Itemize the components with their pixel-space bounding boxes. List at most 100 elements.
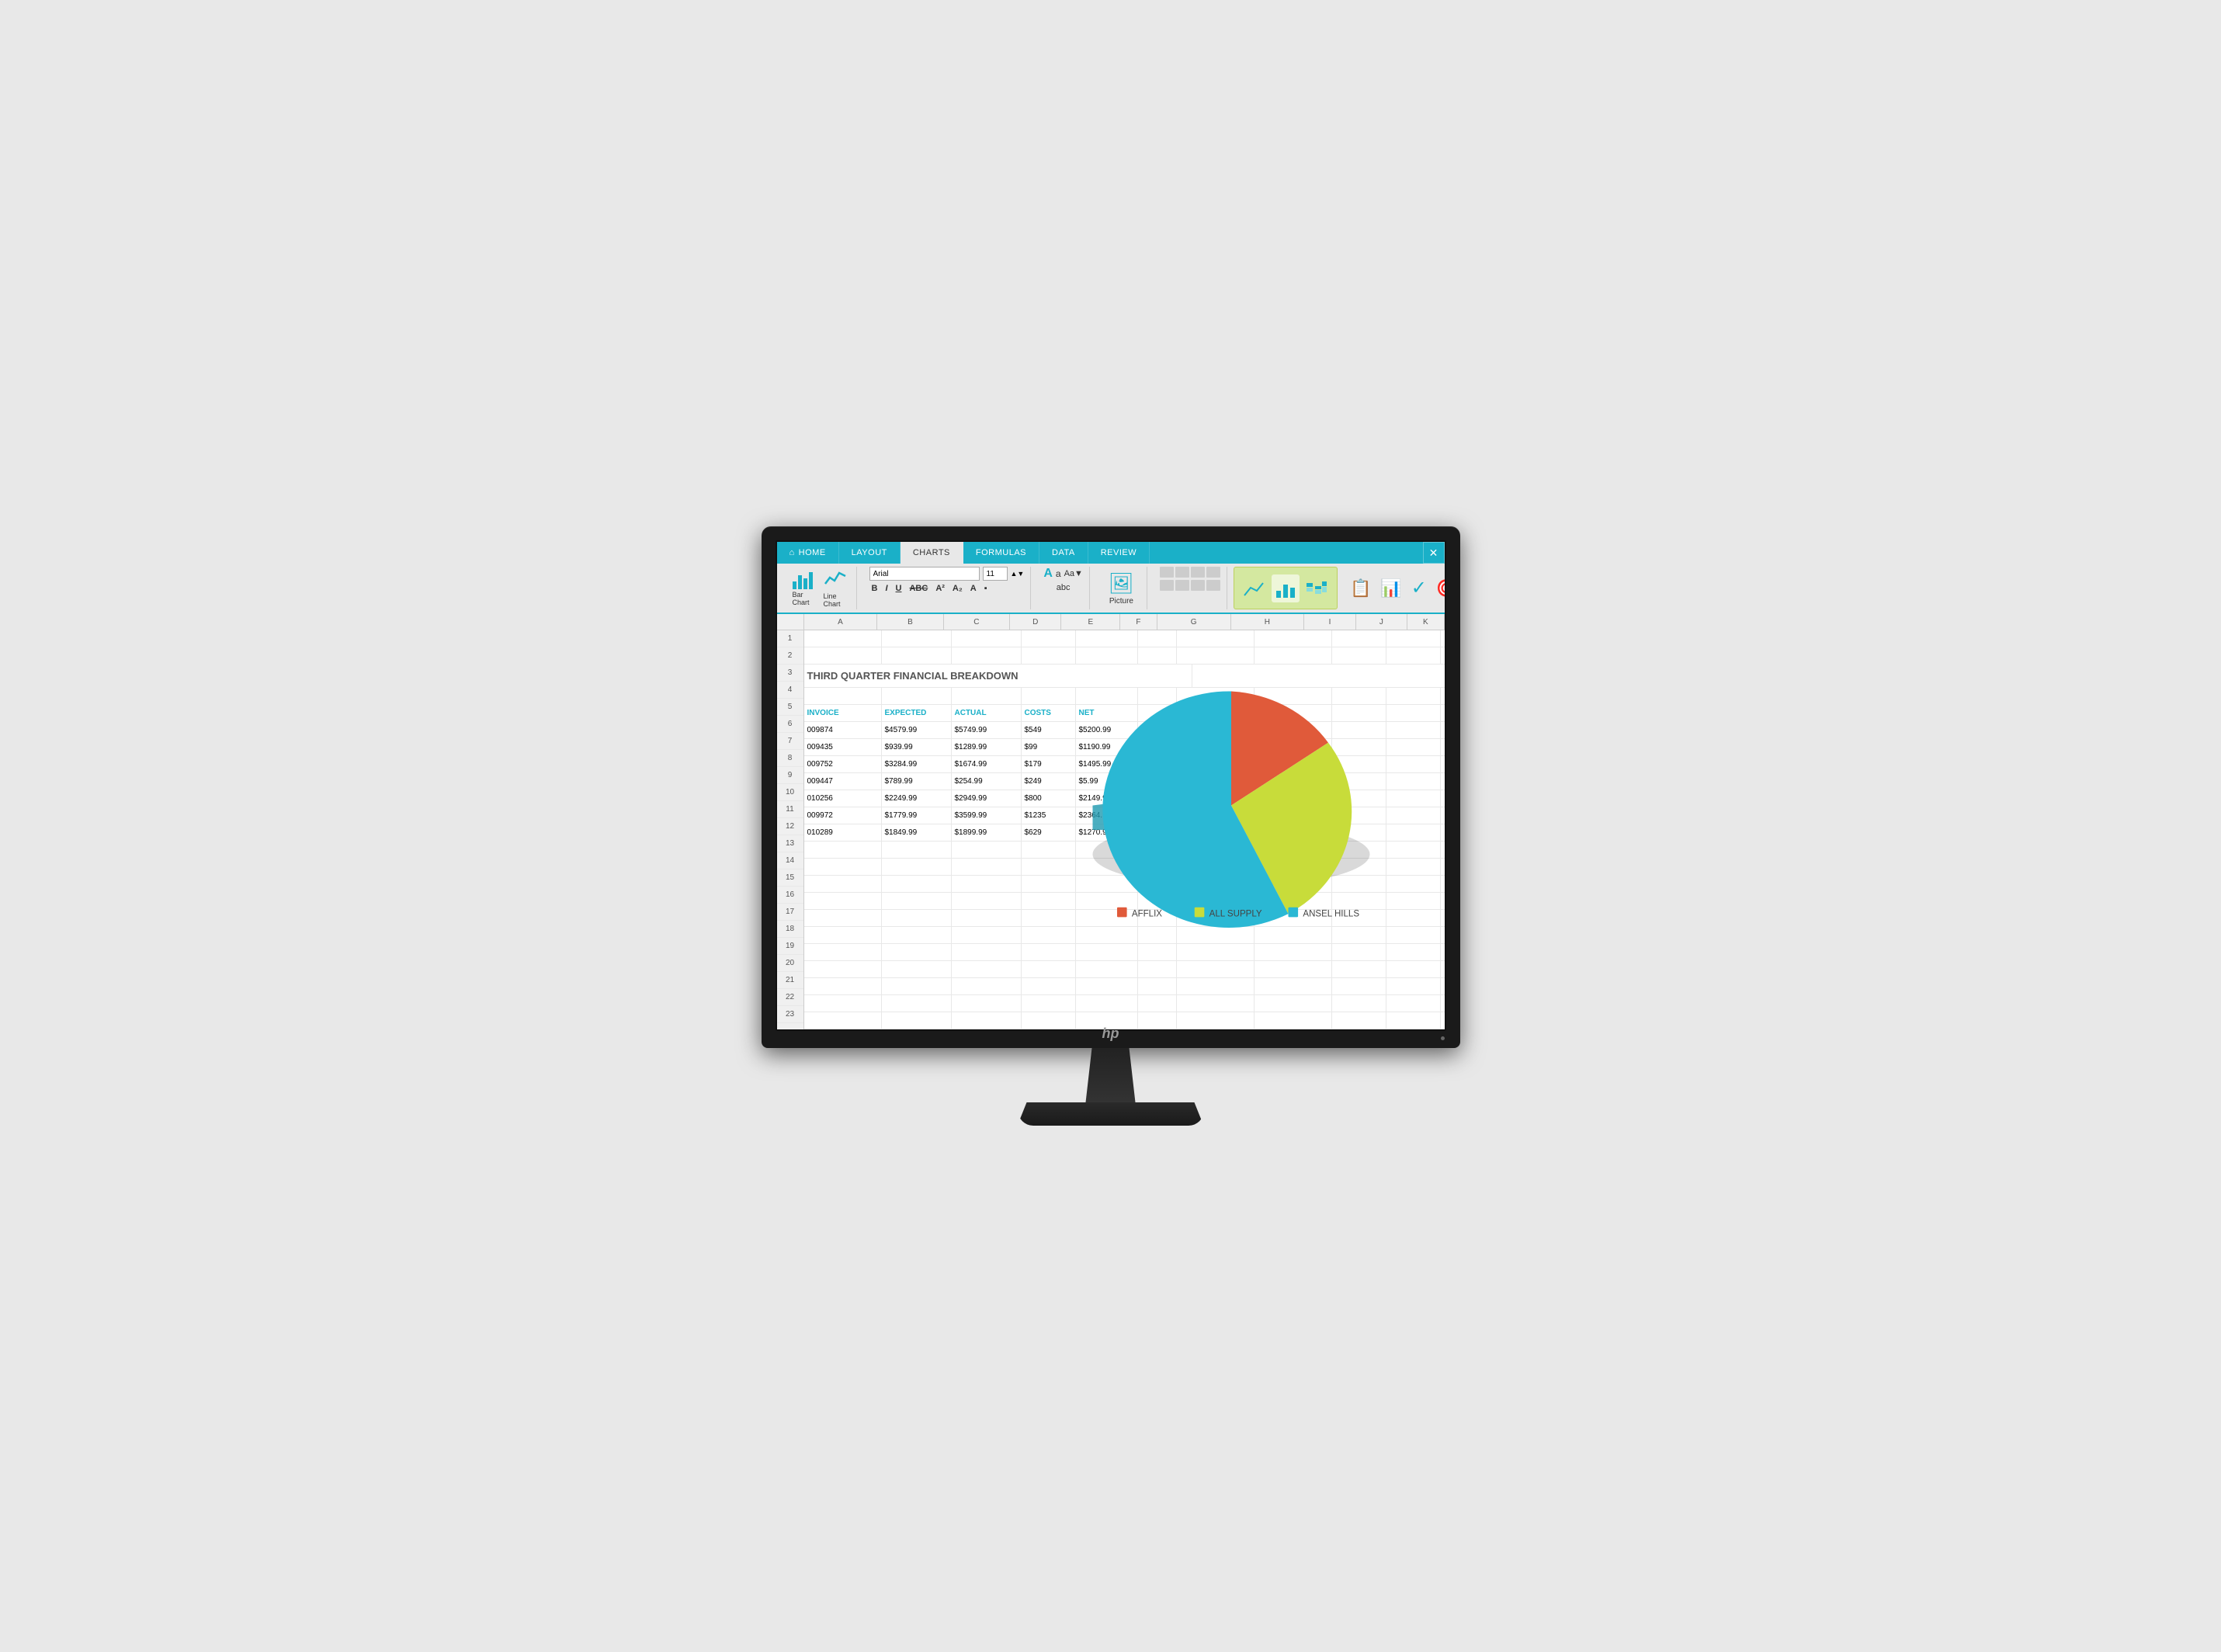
italic-button[interactable]: I xyxy=(883,584,890,593)
cell[interactable] xyxy=(1386,688,1441,704)
cell[interactable] xyxy=(1441,944,1445,960)
cell[interactable] xyxy=(1441,876,1445,892)
cell[interactable] xyxy=(952,995,1022,1012)
cell[interactable] xyxy=(804,647,882,664)
tab-layout[interactable]: LAYOUT xyxy=(839,542,901,564)
strikethrough-button[interactable]: ABC xyxy=(907,584,930,593)
cell[interactable] xyxy=(1441,705,1445,721)
text-a-small[interactable]: a xyxy=(1056,568,1061,579)
cell[interactable] xyxy=(804,995,882,1012)
indent-button[interactable] xyxy=(1160,580,1174,591)
cell[interactable] xyxy=(882,630,952,647)
cell[interactable] xyxy=(1332,995,1386,1012)
cell[interactable] xyxy=(1441,978,1445,994)
header-expected[interactable]: EXPECTED xyxy=(882,705,952,721)
cell[interactable] xyxy=(1386,893,1441,909)
cell[interactable] xyxy=(1386,978,1441,994)
cell[interactable] xyxy=(1022,1012,1076,1029)
cell[interactable] xyxy=(1022,961,1076,977)
cell[interactable] xyxy=(1138,1012,1177,1029)
align-left-button[interactable] xyxy=(1160,567,1174,578)
tab-formulas[interactable]: FORMULAS xyxy=(963,542,1039,564)
cell[interactable] xyxy=(1022,944,1076,960)
cell[interactable] xyxy=(1177,944,1255,960)
text-aa[interactable]: Aa▼ xyxy=(1064,569,1083,578)
close-button[interactable]: ✕ xyxy=(1423,542,1445,564)
cell[interactable] xyxy=(1255,995,1332,1012)
superscript-button[interactable]: A² xyxy=(933,584,947,593)
cell-expected[interactable]: $1779.99 xyxy=(882,807,952,824)
cell-actual[interactable]: $1289.99 xyxy=(952,739,1022,755)
cell[interactable] xyxy=(1386,944,1441,960)
cell[interactable] xyxy=(1076,961,1138,977)
cell[interactable] xyxy=(1177,1012,1255,1029)
cell[interactable] xyxy=(804,927,882,943)
cell-invoice[interactable]: 009447 xyxy=(804,773,882,790)
cell[interactable] xyxy=(952,978,1022,994)
cell[interactable] xyxy=(1441,773,1445,790)
stacked-type-button[interactable] xyxy=(1303,574,1331,602)
cell[interactable] xyxy=(1441,790,1445,807)
cell[interactable] xyxy=(1255,944,1332,960)
tab-home[interactable]: ⌂ HOME xyxy=(777,542,839,564)
cell[interactable] xyxy=(1076,978,1138,994)
cell[interactable] xyxy=(1441,842,1445,858)
cell[interactable] xyxy=(1386,647,1441,664)
table-button[interactable] xyxy=(1206,580,1220,591)
cell[interactable] xyxy=(1255,1012,1332,1029)
cell[interactable] xyxy=(1386,995,1441,1012)
tab-review[interactable]: REVIEW xyxy=(1088,542,1150,564)
cell[interactable] xyxy=(952,859,1022,875)
tab-charts[interactable]: CHARTS xyxy=(901,542,963,564)
col-header-a[interactable]: A xyxy=(804,614,878,630)
cell[interactable] xyxy=(1386,1012,1441,1029)
cell[interactable] xyxy=(882,927,952,943)
cell[interactable] xyxy=(1441,927,1445,943)
cell[interactable] xyxy=(1022,995,1076,1012)
cell[interactable] xyxy=(882,842,952,858)
col-header-c[interactable]: C xyxy=(944,614,1010,630)
cell-expected[interactable]: $4579.99 xyxy=(882,722,952,738)
header-actual[interactable]: ACTUAL xyxy=(952,705,1022,721)
cell[interactable] xyxy=(1386,705,1441,721)
cell-expected[interactable]: $1849.99 xyxy=(882,824,952,841)
cell[interactable] xyxy=(1386,876,1441,892)
cell[interactable] xyxy=(804,944,882,960)
align-center-button[interactable] xyxy=(1175,567,1189,578)
outdent-button[interactable] xyxy=(1175,580,1189,591)
cell[interactable] xyxy=(1441,1012,1445,1029)
cell[interactable] xyxy=(804,859,882,875)
cell[interactable] xyxy=(1022,978,1076,994)
cell[interactable] xyxy=(1255,961,1332,977)
line-type-button[interactable] xyxy=(1241,574,1268,602)
cell[interactable] xyxy=(952,630,1022,647)
cell[interactable] xyxy=(1441,722,1445,738)
cell[interactable] xyxy=(1386,790,1441,807)
cell[interactable] xyxy=(1255,630,1332,647)
cell-expected[interactable]: $2249.99 xyxy=(882,790,952,807)
cell-invoice[interactable]: 010289 xyxy=(804,824,882,841)
cell[interactable] xyxy=(804,630,882,647)
col-header-e[interactable]: E xyxy=(1061,614,1120,630)
cell-expected[interactable]: $939.99 xyxy=(882,739,952,755)
cell[interactable] xyxy=(804,876,882,892)
cell[interactable] xyxy=(804,910,882,926)
list-button[interactable] xyxy=(1191,580,1205,591)
col-header-h[interactable]: H xyxy=(1231,614,1305,630)
cell-invoice[interactable]: 009435 xyxy=(804,739,882,755)
cell[interactable] xyxy=(804,961,882,977)
col-header-d[interactable]: D xyxy=(1010,614,1061,630)
cell[interactable] xyxy=(1332,978,1386,994)
text-a-large[interactable]: A xyxy=(1043,567,1053,581)
col-header-k[interactable]: K xyxy=(1407,614,1444,630)
cell-invoice[interactable]: 009972 xyxy=(804,807,882,824)
cell[interactable] xyxy=(804,978,882,994)
cell[interactable] xyxy=(1441,961,1445,977)
line-chart-button[interactable]: Line Chart xyxy=(821,567,850,609)
col-header-j[interactable]: J xyxy=(1356,614,1407,630)
font-name-input[interactable] xyxy=(869,567,980,581)
tab-data[interactable]: DATA xyxy=(1039,542,1088,564)
cell[interactable] xyxy=(1386,630,1441,647)
col-header-f[interactable]: F xyxy=(1120,614,1157,630)
cell[interactable] xyxy=(804,893,882,909)
